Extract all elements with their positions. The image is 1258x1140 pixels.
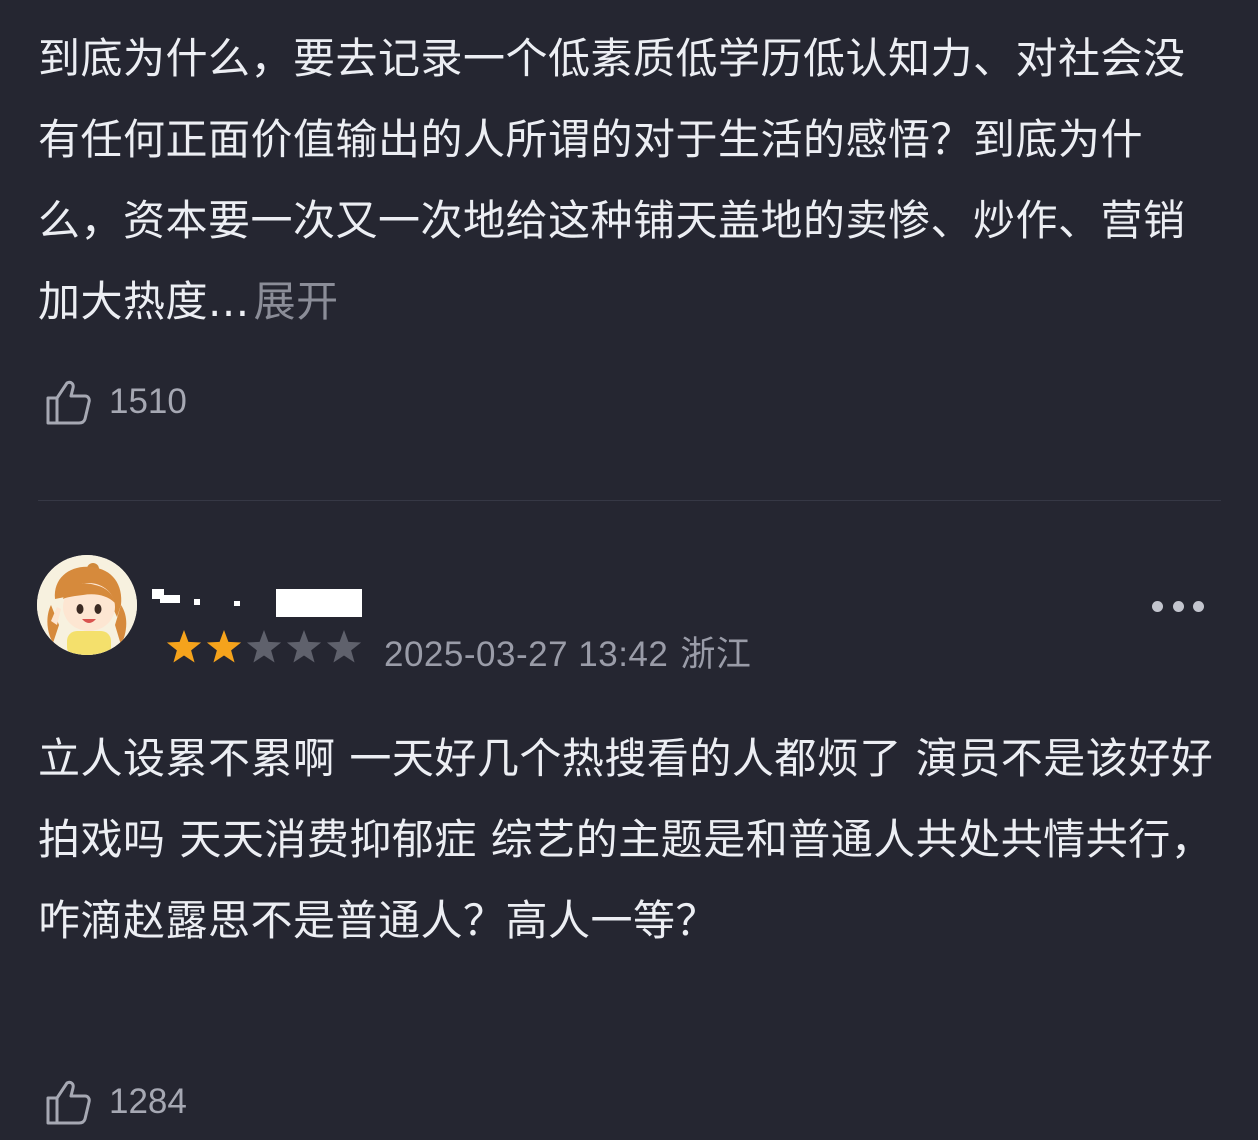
comment-1-like-count: 1510: [109, 382, 187, 421]
star-empty-icon: [286, 630, 322, 663]
comment-2-text: 立人设累不累啊 一天好几个热搜看的人都烦了 演员不是该好好拍戏吗 天天消费抑郁症…: [38, 734, 1214, 945]
thumbs-up-icon: [46, 380, 91, 425]
more-options-button[interactable]: [1152, 596, 1204, 616]
comment-1-like-button[interactable]: 1510: [42, 372, 187, 432]
comment-divider: [38, 500, 1221, 501]
comment-2-like-button[interactable]: 1284: [42, 1072, 187, 1132]
star-empty-icon: [246, 630, 282, 663]
comment-date: 2025-03-27 13:42: [384, 635, 669, 674]
comment-meta: 2025-03-27 13:42 浙江: [384, 626, 751, 677]
comment-1-text: 到底为什么，要去记录一个低素质低学历低认知力、对社会没有任何正面价值输出的人所谓…: [38, 18, 1223, 342]
more-dot: [1172, 600, 1184, 612]
star-filled-icon: [206, 630, 242, 663]
thumbs-up-icon: [46, 1080, 91, 1125]
more-dot: [1193, 600, 1204, 612]
comment-2-like-count: 1284: [109, 1082, 187, 1121]
comment-1-body: 到底为什么，要去记录一个低素质低学历低认知力、对社会没有任何正面价值输出的人所谓…: [38, 34, 1186, 326]
star-empty-icon: [326, 630, 362, 663]
rating-stars: [165, 628, 363, 666]
cartoon-girl-avatar-icon: [37, 555, 137, 655]
comment-location: 浙江: [680, 635, 752, 675]
username-redacted: [152, 589, 362, 617]
more-dot: [1152, 600, 1163, 612]
expand-link[interactable]: 展开: [254, 277, 339, 326]
star-filled-icon: [166, 630, 202, 663]
avatar[interactable]: [37, 555, 137, 655]
